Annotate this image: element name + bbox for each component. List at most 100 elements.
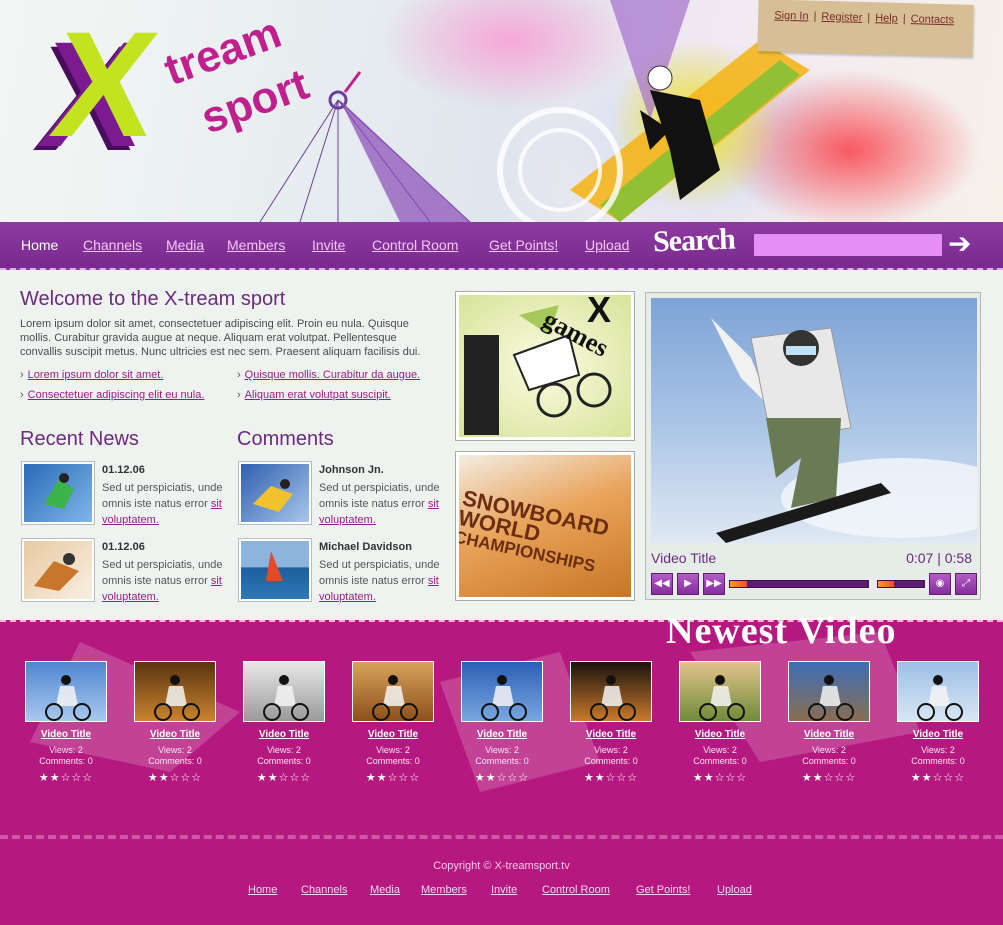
video-card-views: Views: 2 [812,745,846,755]
search-go-arrow-icon[interactable]: ➔ [948,230,978,258]
video-thumbnail[interactable] [243,661,325,722]
ring [518,128,602,212]
star-rating-icon[interactable]: ★★☆☆☆ [787,771,871,784]
video-thumbnail[interactable] [788,661,870,722]
video-card-title[interactable]: Video Title [678,729,762,740]
rewind-icon[interactable]: ◀◀ [651,573,673,595]
fast-forward-icon[interactable]: ▶▶ [703,573,725,595]
video-screen[interactable] [651,298,977,543]
video-card-views: Views: 2 [703,745,737,755]
video-card: Video Title Views: 2 Comments: 0 ★★☆☆☆ [896,661,980,784]
rider-figure [34,553,79,591]
welcome-link-item: › Lorem ipsum dolor sit amet. [20,369,163,381]
news-thumbnail[interactable] [22,462,94,524]
comment-author: Michael Davidson [319,541,412,553]
video-thumbnail[interactable] [25,661,107,722]
play-icon[interactable]: ▶ [677,573,699,595]
footer-link-home[interactable]: Home [248,884,277,896]
snowboard-championships-promo[interactable]: SNOWBOARD WORLD CHAMPIONSHIPS [455,451,635,601]
video-card: Video Title Views: 2 Comments: 0 ★★☆☆☆ [242,661,326,784]
comment-thumbnail[interactable] [239,462,311,524]
comment-item: Johnson Jn. Sed ut perspiciatis, unde om… [239,462,439,526]
video-card-title[interactable]: Video Title [896,729,980,740]
video-thumbnail[interactable] [679,661,761,722]
nav-get-points[interactable]: Get Points! [489,237,558,253]
footer-link-members[interactable]: Members [421,884,467,896]
nav-upload[interactable]: Upload [585,237,629,253]
video-card-title[interactable]: Video Title [460,729,544,740]
nav-control-room[interactable]: Control Room [372,237,458,253]
welcome-link[interactable]: Lorem ipsum dolor sit amet. [28,369,164,381]
video-thumbnail[interactable] [897,661,979,722]
footer-link-invite[interactable]: Invite [491,884,517,896]
video-card: Video Title Views: 2 Comments: 0 ★★☆☆☆ [569,661,653,784]
footer-link-control-room[interactable]: Control Room [542,884,610,896]
video-card-title[interactable]: Video Title [133,729,217,740]
video-card-comments: Comments: 0 [39,756,93,766]
news-snippet: Sed ut perspiciatis, unde omnis iste nat… [102,482,223,510]
video-card-title[interactable]: Video Title [787,729,871,740]
help-link[interactable]: Help [875,12,898,25]
video-card-title[interactable]: Video Title [242,729,326,740]
star-rating-icon[interactable]: ★★☆☆☆ [24,771,108,784]
video-card-title[interactable]: Video Title [24,729,108,740]
x-games-image: X games [459,295,631,437]
video-card: Video Title Views: 2 Comments: 0 ★★☆☆☆ [787,661,871,784]
x-games-promo[interactable]: X games [455,291,635,441]
news-thumbnail[interactable] [22,539,94,601]
search-input[interactable] [754,234,942,256]
volume-icon[interactable]: ◉ [929,573,951,595]
comment-thumbnail[interactable] [239,539,311,601]
current-time: 0:07 [906,550,934,566]
search-label: Search [652,222,736,259]
footer-link-get-points[interactable]: Get Points! [636,884,690,896]
welcome-link[interactable]: Consectetuer adipiscing elit eu nula. [28,389,205,401]
rider-figure [44,473,74,509]
rider-figure [154,675,200,721]
nav-media[interactable]: Media [166,237,204,253]
comment-author: Johnson Jn. [319,464,384,476]
seek-bar[interactable] [729,580,869,588]
star-rating-icon[interactable]: ★★☆☆☆ [896,771,980,784]
register-link[interactable]: Register [821,11,862,24]
star-rating-icon[interactable]: ★★☆☆☆ [242,771,326,784]
star-rating-icon[interactable]: ★★☆☆☆ [678,771,762,784]
video-card-title[interactable]: Video Title [569,729,653,740]
video-card-comments: Comments: 0 [911,756,965,766]
separator: | [813,10,817,23]
rider-figure [253,479,293,512]
star-rating-icon[interactable]: ★★☆☆☆ [133,771,217,784]
video-thumbnail[interactable] [570,661,652,722]
rider-figure [917,675,963,721]
star-rating-icon[interactable]: ★★☆☆☆ [460,771,544,784]
footer-link-media[interactable]: Media [370,884,400,896]
nav-channels[interactable]: Channels [83,237,142,253]
news-text: Sed ut perspiciatis, unde omnis iste nat… [102,557,227,605]
sign-in-link[interactable]: Sign In [774,10,809,23]
rider-figure [590,675,636,721]
header-banner: X tream sport Sign In | Register | Help | Cont… [0,0,1003,222]
video-thumbnail[interactable] [352,661,434,722]
comment-snippet: Sed ut perspiciatis, unde omnis iste nat… [319,482,440,510]
nav-invite[interactable]: Invite [312,237,345,253]
volume-bar[interactable] [877,580,925,588]
bullet-arrow-icon: › [20,369,24,381]
nav-home[interactable]: Home [21,237,58,253]
contacts-link[interactable]: Contacts [911,13,955,26]
rider-figure [372,675,418,721]
fullscreen-icon[interactable]: ⤢ [955,573,977,595]
footer-link-channels[interactable]: Channels [301,884,347,896]
welcome-link-item: › Consectetuer adipiscing elit eu nula. [20,389,204,401]
video-card: Video Title Views: 2 Comments: 0 ★★☆☆☆ [351,661,435,784]
footer-link-upload[interactable]: Upload [717,884,752,896]
star-rating-icon[interactable]: ★★☆☆☆ [351,771,435,784]
star-rating-icon[interactable]: ★★☆☆☆ [569,771,653,784]
separator: | [902,12,906,26]
video-thumbnail[interactable] [134,661,216,722]
nav-members[interactable]: Members [227,237,285,253]
video-card-title[interactable]: Video Title [351,729,435,740]
logo[interactable]: X tream sport [43,0,315,195]
welcome-link[interactable]: Aliquam erat volutpat suscipit. [245,389,391,401]
welcome-link[interactable]: Quisque mollis. Curabitur da augue. [245,369,420,381]
video-thumbnail[interactable] [461,661,543,722]
